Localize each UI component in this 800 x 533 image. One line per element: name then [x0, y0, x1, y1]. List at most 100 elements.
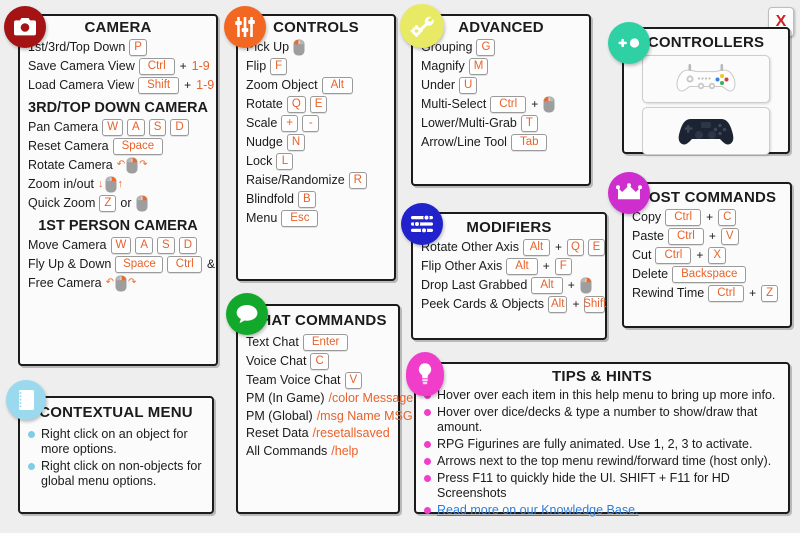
keycap-p[interactable]: P: [129, 39, 147, 56]
xbox-controller-tile[interactable]: [642, 55, 770, 103]
panel-chat-commands: CHAT COMMANDS Text Chat Enter Voice Chat C T…: [236, 304, 413, 514]
keycap-u[interactable]: U: [459, 77, 478, 94]
keycap-l[interactable]: L: [276, 153, 294, 170]
shortcut-label: Drop Last Grabbed: [421, 277, 528, 292]
shortcut-row: Pan Camera W A S D: [20, 118, 216, 137]
list-item: Hover over dice/decks & type a number to…: [416, 404, 788, 436]
keycap-a[interactable]: A: [127, 119, 145, 136]
shortcut-label: Menu: [246, 210, 278, 225]
keycap-e[interactable]: E: [309, 96, 328, 113]
keycap-m[interactable]: M: [468, 58, 489, 75]
keycap-alt[interactable]: Alt: [522, 239, 550, 256]
shortcut-label: Lower/Multi-Grab: [421, 115, 517, 130]
keycap-b[interactable]: B: [297, 191, 316, 208]
keycap-esc[interactable]: Esc: [281, 210, 319, 227]
keycap-d[interactable]: D: [170, 119, 189, 136]
knowledge-base-link[interactable]: Read more on our Knowledge Base.: [437, 503, 639, 518]
shortcut-row: Grouping G: [413, 38, 589, 57]
shortcut-label: Rewind Time: [632, 285, 705, 300]
keycap-v[interactable]: V: [720, 228, 739, 245]
keycap--[interactable]: +: [281, 115, 299, 132]
keycap-f[interactable]: F: [554, 258, 572, 275]
equalizer-icon: [401, 203, 443, 245]
shortcut-label: Reset Camera: [28, 138, 109, 153]
keycap-w[interactable]: W: [110, 237, 132, 254]
keycap-z[interactable]: Z: [761, 285, 779, 302]
list-item: Right click on non-objects for global me…: [20, 458, 212, 490]
shortcut-row: Voice Chat C: [238, 352, 398, 371]
list-item-text: Right click on an object for more option…: [41, 427, 188, 456]
keycap-s[interactable]: S: [157, 237, 175, 254]
bullet-dot: [424, 475, 431, 482]
keycap-q[interactable]: Q: [567, 239, 584, 256]
keycap-x[interactable]: X: [708, 247, 727, 264]
shortcut-label: Text Chat: [246, 334, 299, 349]
keycap-z[interactable]: Z: [99, 195, 117, 212]
panel-contextual-menu: CONTEXTUAL MENU Right click on an object…: [18, 396, 214, 514]
keycap-c[interactable]: C: [718, 209, 737, 226]
tips-hints-bullets: Hover over each item in this help menu t…: [416, 387, 788, 519]
mouse-middle-icon: [136, 195, 148, 212]
shortcut-label: Move Camera: [28, 237, 107, 252]
keycap-alt[interactable]: Alt: [506, 258, 538, 275]
keycap-e[interactable]: E: [588, 239, 605, 256]
keycap-tab[interactable]: Tab: [510, 134, 548, 151]
keycap-c[interactable]: C: [310, 353, 329, 370]
mouse-left-icon: [543, 96, 555, 113]
keycap-r[interactable]: R: [348, 172, 367, 189]
keycap-enter[interactable]: Enter: [302, 334, 349, 351]
keycap--[interactable]: -: [302, 115, 320, 132]
shortcut-row: Arrow/Line Tool Tab: [413, 133, 589, 152]
shortcut-row: Lower/Multi-Grab T: [413, 114, 589, 133]
list-item: Right click on an object for more option…: [20, 426, 212, 458]
shortcut-row: Quick Zoom Zor: [20, 194, 216, 213]
keycap-space[interactable]: Space: [112, 138, 164, 155]
keycap-shift[interactable]: Shift: [138, 77, 180, 94]
shortcut-range: 1-9: [196, 77, 215, 92]
list-item: RPG Figurines are fully animated. Use 1,…: [416, 436, 788, 453]
keycap-ctrl[interactable]: Ctrl: [667, 228, 704, 245]
shortcut-label: Fly Up & Down: [28, 256, 112, 271]
shortcut-row: PM (In Game)/color Message: [238, 390, 413, 408]
list-item: Read more on our Knowledge Base.: [416, 502, 788, 519]
keycap-s[interactable]: S: [148, 119, 167, 136]
keycap-f[interactable]: F: [270, 58, 288, 75]
keycap-a[interactable]: A: [135, 237, 154, 254]
shortcut-label: Scale: [246, 115, 278, 130]
keycap-n[interactable]: N: [286, 134, 306, 151]
keycap-g[interactable]: G: [476, 39, 496, 56]
keycap-ctrl[interactable]: Ctrl: [665, 209, 702, 226]
keycap-backspace[interactable]: Backspace: [672, 266, 747, 283]
crown-icon: [608, 172, 650, 214]
keycap-alt[interactable]: Alt: [321, 77, 353, 94]
keycap-alt[interactable]: Alt: [547, 296, 568, 313]
shortcut-row: Flip Other Axis Alt + F: [413, 257, 605, 276]
shortcut-row: Menu Esc: [238, 209, 394, 228]
keycap-space[interactable]: Space: [115, 256, 164, 273]
keycap-t[interactable]: T: [520, 115, 538, 132]
mouse-left: [293, 39, 305, 56]
shortcut-label: Pan Camera: [28, 119, 99, 134]
keycap-v[interactable]: V: [344, 372, 363, 389]
keycap-ctrl[interactable]: Ctrl: [138, 58, 175, 75]
chat-command-text: /resetallsaved: [312, 426, 390, 441]
keycap-shift[interactable]: Shift: [583, 296, 606, 313]
panel-tips-hints: TIPS & HINTS Hover over each item in thi…: [414, 362, 790, 517]
keycap-d[interactable]: D: [178, 237, 198, 254]
playstation-controller-tile[interactable]: [642, 107, 770, 155]
sliders-icon: [224, 6, 266, 48]
shortcut-label: All Commands: [246, 443, 328, 458]
keycap-ctrl[interactable]: Ctrl: [655, 247, 692, 264]
camera-icon: [4, 6, 46, 48]
keycap-alt[interactable]: Alt: [531, 277, 563, 294]
keycap-ctrl[interactable]: Ctrl: [708, 285, 745, 302]
keycap-q[interactable]: Q: [286, 96, 306, 113]
shortcut-row: Rotate Other Axis Alt + Q E: [413, 238, 605, 257]
shortcut-row: Magnify M: [413, 57, 589, 76]
shortcut-row: Reset Camera Space: [20, 137, 216, 156]
shortcut-label: 1st/3rd/Top Down: [28, 39, 126, 54]
keycap-w[interactable]: W: [102, 119, 124, 136]
keycap-ctrl[interactable]: Ctrl: [167, 256, 202, 273]
keycap-ctrl[interactable]: Ctrl: [490, 96, 527, 113]
shortcut-label: Under: [421, 77, 456, 92]
